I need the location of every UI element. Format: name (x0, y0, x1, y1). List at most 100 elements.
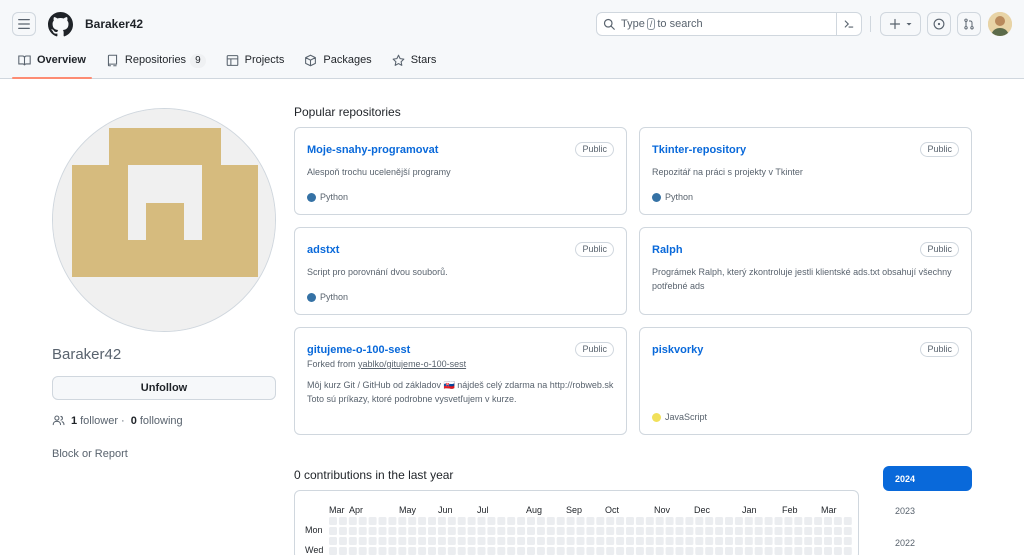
contribution-cell[interactable] (814, 527, 823, 535)
contribution-cell[interactable] (378, 527, 387, 535)
contribution-cell[interactable] (398, 537, 407, 545)
contribution-cell[interactable] (437, 537, 446, 545)
contribution-cell[interactable] (477, 537, 486, 545)
contribution-cell[interactable] (675, 517, 684, 525)
contribution-cell[interactable] (715, 537, 724, 545)
contribution-cell[interactable] (527, 537, 535, 545)
contribution-cell[interactable] (586, 537, 595, 545)
contribution-cell[interactable] (794, 537, 803, 545)
contribution-cell[interactable] (368, 537, 377, 545)
contribution-cell[interactable] (685, 547, 694, 555)
issues-button[interactable] (927, 12, 951, 36)
contribution-cell[interactable] (754, 537, 763, 545)
contribution-cell[interactable] (754, 527, 763, 535)
contribution-cell[interactable] (705, 547, 714, 555)
year-2023-button[interactable]: 2023 (883, 498, 972, 523)
contribution-cell[interactable] (794, 517, 803, 525)
contribution-cell[interactable] (556, 527, 565, 535)
forked-source-link[interactable]: yablko/gitujeme-o-100-sest (358, 359, 466, 369)
contribution-cell[interactable] (467, 517, 476, 525)
contribution-cell[interactable] (457, 527, 466, 535)
contribution-cell[interactable] (418, 547, 427, 555)
contribution-cell[interactable] (477, 547, 486, 555)
followers-count[interactable]: 1 (71, 415, 77, 427)
contribution-cell[interactable] (843, 547, 852, 555)
contribution-cell[interactable] (635, 517, 644, 525)
tab-packages[interactable]: Packages (302, 50, 373, 79)
contribution-cell[interactable] (814, 547, 823, 555)
repo-name-link[interactable]: Moje-snahy-programovat (307, 144, 438, 156)
contribution-cell[interactable] (487, 517, 496, 525)
contribution-cell[interactable] (833, 547, 842, 555)
contribution-cell[interactable] (348, 517, 357, 525)
contribution-cell[interactable] (338, 517, 347, 525)
menu-button[interactable] (12, 12, 36, 36)
contribution-cell[interactable] (645, 547, 654, 555)
contribution-cell[interactable] (536, 527, 545, 535)
contribution-cell[interactable] (794, 527, 803, 535)
contribution-cell[interactable] (695, 517, 704, 525)
contribution-cell[interactable] (497, 527, 506, 535)
contribution-cell[interactable] (833, 537, 842, 545)
contribution-cell[interactable] (705, 517, 714, 525)
contribution-cell[interactable] (338, 537, 347, 545)
contribution-cell[interactable] (754, 517, 763, 525)
repo-name-link[interactable]: Ralph (652, 244, 683, 256)
contribution-cell[interactable] (665, 547, 674, 555)
contribution-cell[interactable] (784, 517, 793, 525)
contribution-cell[interactable] (329, 527, 337, 535)
contribution-cell[interactable] (626, 547, 634, 555)
contribution-cell[interactable] (507, 537, 516, 545)
contribution-cell[interactable] (744, 517, 753, 525)
contribution-cell[interactable] (517, 547, 526, 555)
contribution-cell[interactable] (705, 537, 714, 545)
contribution-cell[interactable] (744, 537, 753, 545)
contribution-cell[interactable] (457, 537, 466, 545)
contribution-cell[interactable] (685, 527, 694, 535)
contribution-cell[interactable] (408, 527, 417, 535)
contribution-cell[interactable] (378, 537, 387, 545)
contribution-cell[interactable] (715, 527, 724, 535)
contribution-cell[interactable] (348, 547, 357, 555)
contribution-cell[interactable] (398, 527, 407, 535)
contribution-cell[interactable] (566, 547, 575, 555)
contribution-cell[interactable] (487, 547, 496, 555)
contribution-cell[interactable] (744, 527, 753, 535)
contribution-cell[interactable] (329, 537, 337, 545)
contribution-cell[interactable] (635, 537, 644, 545)
contribution-cell[interactable] (497, 547, 506, 555)
contribution-cell[interactable] (824, 527, 832, 535)
contribution-cell[interactable] (358, 517, 367, 525)
contribution-cell[interactable] (428, 517, 436, 525)
block-or-report-link[interactable]: Block or Report (52, 448, 128, 460)
contribution-cell[interactable] (338, 547, 347, 555)
contribution-cell[interactable] (507, 547, 516, 555)
contribution-cell[interactable] (576, 527, 585, 535)
contribution-cell[interactable] (418, 517, 427, 525)
contribution-cell[interactable] (784, 527, 793, 535)
contribution-cell[interactable] (348, 527, 357, 535)
contribution-cell[interactable] (576, 517, 585, 525)
contribution-cell[interactable] (368, 547, 377, 555)
contribution-cell[interactable] (546, 527, 555, 535)
contribution-cell[interactable] (715, 547, 724, 555)
contribution-cell[interactable] (665, 527, 674, 535)
user-avatar[interactable] (988, 12, 1012, 36)
contribution-cell[interactable] (457, 517, 466, 525)
contribution-cell[interactable] (734, 527, 743, 535)
contribution-cell[interactable] (725, 527, 733, 535)
contribution-cell[interactable] (566, 517, 575, 525)
contribution-cell[interactable] (774, 517, 783, 525)
contribution-cell[interactable] (665, 537, 674, 545)
repo-name-link[interactable]: adstxt (307, 244, 339, 256)
contribution-cell[interactable] (556, 547, 565, 555)
contribution-cell[interactable] (596, 537, 605, 545)
contribution-cell[interactable] (596, 527, 605, 535)
contribution-cell[interactable] (329, 547, 337, 555)
contribution-cell[interactable] (754, 547, 763, 555)
contribution-cell[interactable] (447, 527, 456, 535)
contribution-cell[interactable] (418, 537, 427, 545)
following-count[interactable]: 0 (131, 415, 137, 427)
tab-overview[interactable]: Overview (12, 50, 92, 79)
contribution-cell[interactable] (398, 517, 407, 525)
